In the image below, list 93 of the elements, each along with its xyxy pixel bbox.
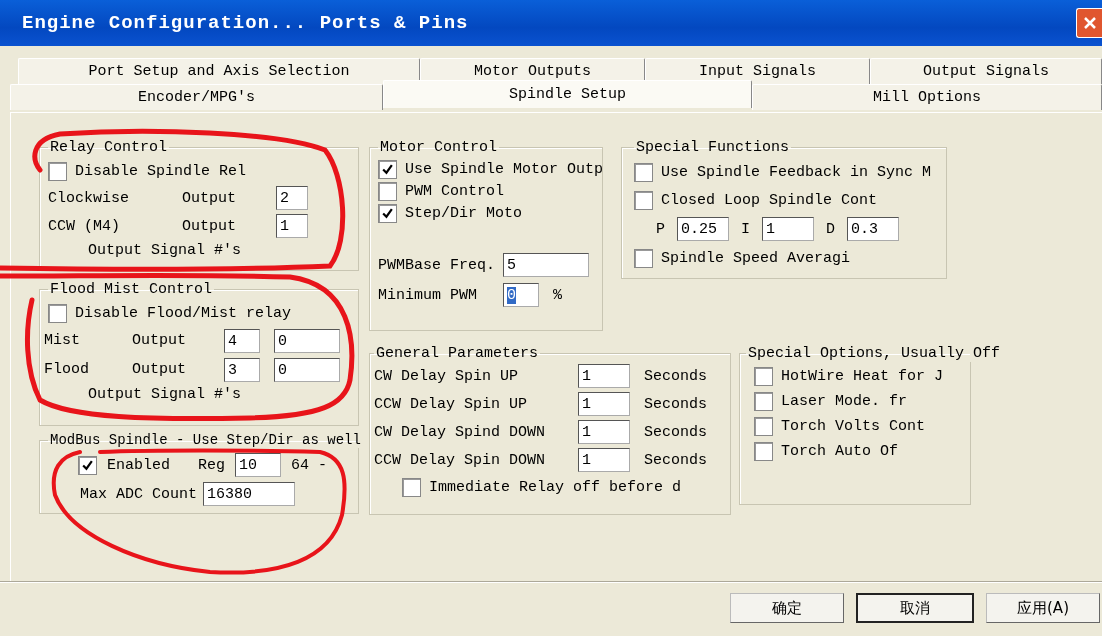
checkbox[interactable] [634, 190, 653, 210]
checkbox-label: Enabled [107, 456, 170, 474]
checkbox-label: Step/Dir Moto [405, 204, 523, 222]
group-title: Special Options, Usually Off [747, 345, 1002, 362]
unit-label: Seconds [644, 451, 707, 469]
input-field[interactable]: 5 [503, 253, 590, 277]
group-title: Flood Mist Control [49, 281, 214, 298]
dialog-button[interactable]: 确定 [730, 593, 844, 623]
field-label: D [826, 220, 836, 238]
checkbox[interactable] [378, 203, 397, 223]
checkbox[interactable] [378, 181, 397, 201]
checkbox[interactable] [634, 162, 653, 182]
input-field[interactable]: 4 [224, 328, 260, 353]
unit-label: Seconds [644, 423, 707, 441]
unit-label: Seconds [644, 367, 707, 385]
group-title: Motor Control [379, 139, 499, 156]
output-name: Flood [44, 361, 90, 378]
checkbox[interactable] [78, 455, 97, 475]
tab[interactable]: Port Setup and Axis Selection [18, 58, 420, 84]
field-label: I [741, 220, 751, 238]
close-button[interactable] [1076, 8, 1102, 38]
input-field[interactable]: 2 [276, 186, 308, 210]
input-field[interactable]: 3 [224, 357, 260, 382]
input-field[interactable]: 10 [235, 453, 282, 477]
output-label: Output [182, 189, 237, 207]
output-label: Output [182, 217, 237, 235]
tab[interactable]: Encoder/MPG's [10, 84, 383, 110]
checkbox-label: Spindle Speed Averagi [661, 249, 851, 267]
tab[interactable]: Output Signals [870, 58, 1102, 84]
checkbox-label: Use Spindle Motor Outp [405, 160, 604, 178]
field-label: CCW Delay Spin DOWN [374, 451, 547, 469]
field-label: PWMBase Freq. [378, 256, 496, 274]
checkbox[interactable] [754, 417, 773, 436]
input-field[interactable]: 16380 [203, 482, 296, 506]
output-name: Clockwise [48, 189, 130, 207]
field-label: Minimum PWM [378, 286, 478, 304]
checkbox-label: Laser Mode. fr [781, 393, 908, 410]
checkbox-label: Use Spindle Feedback in Sync M [661, 163, 932, 181]
input-field[interactable]: 1 [578, 392, 630, 416]
input-field[interactable]: 1 [578, 364, 630, 388]
checkbox-label: Torch Auto Of [781, 443, 899, 460]
field-label: P [656, 220, 665, 238]
checkbox-label: HotWire Heat for J [781, 368, 944, 385]
dialog-button[interactable]: 取消 [856, 593, 974, 623]
output-name: CCW (M4) [48, 217, 121, 235]
checkbox[interactable] [754, 442, 773, 461]
input-field[interactable]: 1 [578, 420, 630, 444]
close-icon [1082, 16, 1097, 30]
field-label: Max ADC Count [80, 485, 198, 503]
checkbox-label: Disable Flood/Mist relay [75, 304, 292, 322]
field-label: CW Delay Spin UP [374, 367, 520, 385]
checkbox[interactable] [634, 248, 653, 268]
dialog-button[interactable]: 应用(A) [986, 593, 1100, 623]
window-title: Engine Configuration... Ports & Pins [22, 12, 469, 34]
tab[interactable]: Spindle Setup [383, 80, 752, 108]
input-field[interactable]: 1 [762, 217, 815, 241]
field-label: CCW Delay Spin UP [374, 395, 529, 413]
footer-text: Output Signal #'s [88, 242, 243, 259]
unit-label: % [553, 286, 563, 304]
input-field[interactable]: 0 [274, 328, 340, 353]
checkbox-label: Closed Loop Spindle Cont [661, 191, 878, 209]
group-title: ModBus Spindle - Use Step/Dir as well [49, 432, 362, 448]
checkbox[interactable] [48, 161, 67, 181]
input-field[interactable]: 0 [274, 357, 340, 382]
checkbox[interactable] [402, 477, 421, 497]
checkbox[interactable] [754, 367, 773, 386]
check-icon [381, 206, 394, 220]
group-title: Special Functions [635, 139, 791, 156]
checkbox[interactable] [48, 303, 67, 323]
group-title: General Parameters [375, 345, 540, 362]
checkbox-label: Immediate Relay off before d [429, 478, 682, 496]
output-label: Output [132, 332, 187, 349]
input-field[interactable]: 0 [503, 283, 540, 307]
tab[interactable]: Mill Options [752, 84, 1102, 110]
tab[interactable]: Input Signals [645, 58, 870, 84]
input-field[interactable]: 0.25 [677, 217, 729, 241]
input-field[interactable]: 1 [578, 448, 630, 472]
checkbox[interactable] [754, 392, 773, 411]
unit-label: Seconds [644, 395, 707, 413]
output-name: Mist [44, 332, 81, 349]
output-label: Output [132, 361, 187, 378]
checkbox[interactable] [378, 159, 397, 179]
checkbox-label: Torch Volts Cont [781, 418, 926, 435]
checkbox-label: PWM Control [405, 182, 505, 200]
input-field[interactable]: 0.3 [847, 217, 900, 241]
field-label: Reg [198, 456, 226, 474]
group-title: Relay Control [49, 139, 169, 156]
input-field[interactable]: 1 [276, 214, 308, 238]
check-icon [381, 162, 394, 176]
checkbox-label: Disable Spindle Rel [75, 162, 247, 180]
field-label: CW Delay Spind DOWN [374, 423, 547, 441]
footer-text: Output Signal #'s [88, 386, 243, 403]
check-icon [81, 458, 94, 472]
